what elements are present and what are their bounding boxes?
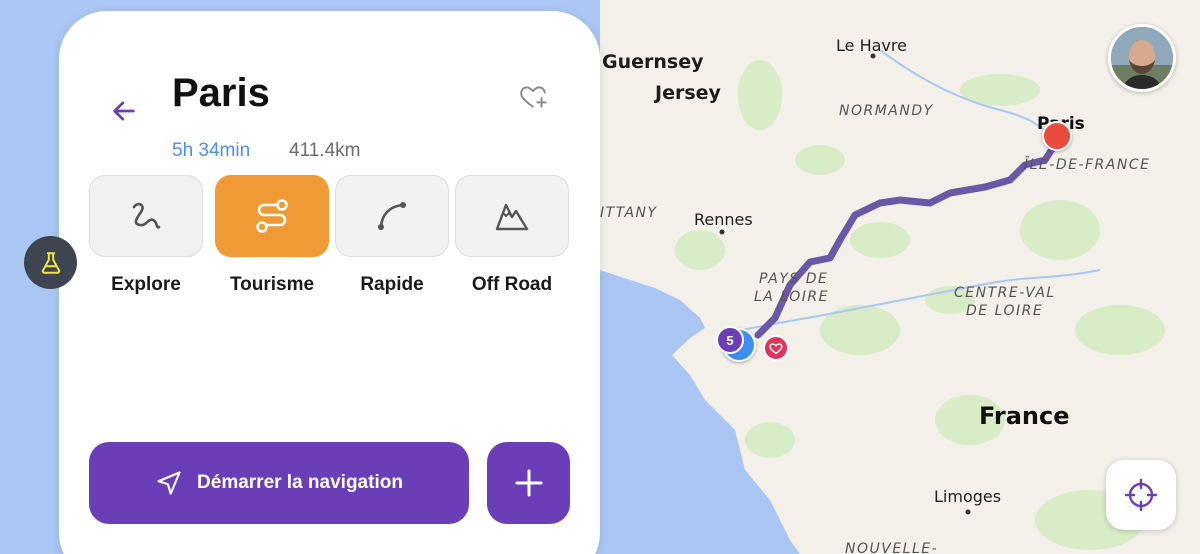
mode-explore[interactable]: Explore [89, 175, 203, 296]
mode-explore-label: Explore [111, 274, 181, 295]
mode-rapide[interactable]: Rapide [335, 175, 449, 296]
heart-icon [769, 343, 783, 355]
route-panel: Paris 5h 34min 411.4km Explore Tourisme [59, 11, 600, 554]
map-label-guernsey: Guernsey [602, 51, 704, 73]
destination-pin[interactable] [1042, 121, 1072, 151]
curve-route-icon [378, 202, 406, 230]
mountain-icon [495, 203, 529, 231]
heart-plus-icon [520, 86, 547, 108]
route-distance: 411.4km [289, 140, 361, 161]
favorite-poi-pin[interactable] [763, 335, 789, 361]
add-favorite-button[interactable] [516, 79, 552, 115]
mode-tourisme-tile[interactable] [215, 175, 329, 257]
arrow-left-icon [113, 101, 135, 121]
map-label-centre-val-de-loire-2: DE LOIRE [966, 303, 1044, 319]
map-label-ile-de-france: ÎLE-DE-FRANCE [1024, 157, 1151, 173]
destination-title: Paris [172, 71, 270, 115]
map-label-rennes: Rennes [694, 210, 753, 229]
map-label-jersey: Jersey [655, 82, 721, 104]
mode-off-road-label: Off Road [471, 274, 553, 295]
labs-button[interactable] [24, 236, 77, 289]
poi-cluster-count: 5 [726, 332, 734, 348]
user-avatar[interactable] [1108, 24, 1176, 92]
flask-icon [41, 251, 60, 274]
map-label-nouvelle-aquitaine: NOUVELLE- [845, 541, 939, 554]
map-label-pays-de-la-loire-2: LA LOIRE [754, 289, 829, 305]
map-label-pays-de-la-loire-1: PAYS DE [759, 271, 829, 287]
mode-rapide-tile[interactable] [335, 175, 449, 257]
map-label-france: France [979, 402, 1070, 430]
map-label-limoges: Limoges [934, 487, 1002, 506]
mode-off-road[interactable]: Off Road [455, 175, 569, 296]
map-label-le-havre: Le Havre [836, 36, 907, 55]
mode-off-road-tile[interactable] [455, 175, 569, 257]
crosshair-icon [1124, 478, 1158, 512]
map-label-centre-val-de-loire-1: CENTRE-VAL [954, 285, 1056, 301]
squiggle-icon [132, 202, 161, 229]
mode-rapide-label: Rapide [360, 274, 424, 295]
route-duration: 5h 34min [172, 140, 251, 161]
poi-cluster-badge[interactable]: 5 [716, 326, 744, 354]
plus-icon [515, 469, 542, 497]
start-navigation-label: Démarrer la navigation [197, 472, 403, 493]
back-button[interactable] [108, 95, 140, 127]
mode-explore-tile[interactable] [89, 175, 203, 257]
add-waypoint-button[interactable] [487, 442, 570, 524]
mode-tourisme[interactable]: Tourisme [215, 175, 329, 296]
winding-route-icon [256, 199, 288, 233]
start-navigation-button[interactable]: Démarrer la navigation [89, 442, 469, 524]
map-label-normandy: NORMANDY [839, 103, 934, 119]
avatar-image [1111, 27, 1173, 89]
mode-tourisme-label: Tourisme [229, 274, 315, 295]
map-label-brittany: ITTANY [600, 205, 658, 221]
navigation-arrow-icon [157, 471, 181, 495]
locate-me-button[interactable] [1106, 460, 1176, 530]
